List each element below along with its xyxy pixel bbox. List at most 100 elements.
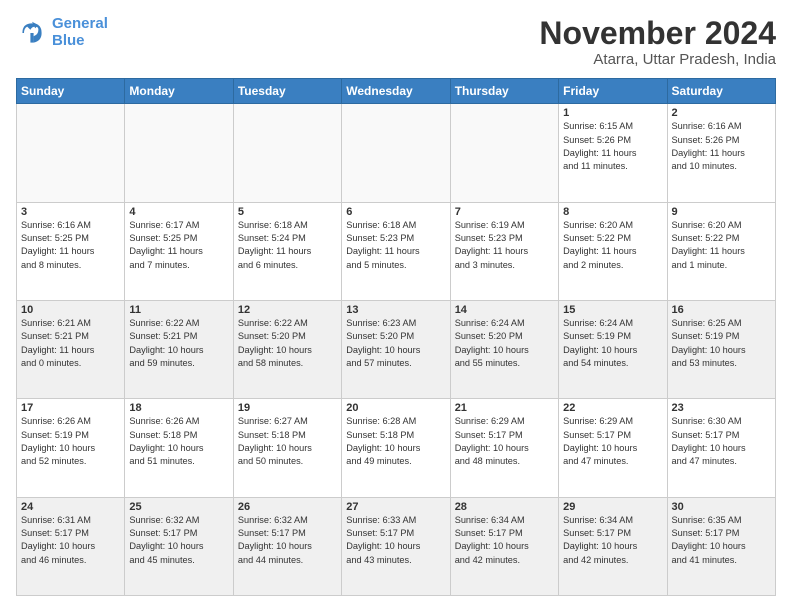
- day-number: 8: [563, 206, 662, 218]
- day-number: 3: [21, 206, 120, 218]
- day-cell: 21Sunrise: 6:29 AM Sunset: 5:17 PM Dayli…: [450, 399, 558, 497]
- day-cell: 19Sunrise: 6:27 AM Sunset: 5:18 PM Dayli…: [233, 399, 341, 497]
- day-cell: 22Sunrise: 6:29 AM Sunset: 5:17 PM Dayli…: [559, 399, 667, 497]
- day-number: 2: [672, 107, 771, 119]
- day-detail: Sunrise: 6:22 AM Sunset: 5:21 PM Dayligh…: [129, 317, 228, 370]
- day-number: 12: [238, 304, 337, 316]
- day-number: 10: [21, 304, 120, 316]
- day-cell: 17Sunrise: 6:26 AM Sunset: 5:19 PM Dayli…: [17, 399, 125, 497]
- title-block: November 2024 Atarra, Uttar Pradesh, Ind…: [539, 16, 776, 68]
- day-cell: 15Sunrise: 6:24 AM Sunset: 5:19 PM Dayli…: [559, 300, 667, 398]
- day-cell: 25Sunrise: 6:32 AM Sunset: 5:17 PM Dayli…: [125, 497, 233, 595]
- day-cell: 16Sunrise: 6:25 AM Sunset: 5:19 PM Dayli…: [667, 300, 775, 398]
- day-detail: Sunrise: 6:22 AM Sunset: 5:20 PM Dayligh…: [238, 317, 337, 370]
- day-cell: 12Sunrise: 6:22 AM Sunset: 5:20 PM Dayli…: [233, 300, 341, 398]
- day-number: 5: [238, 206, 337, 218]
- day-cell: 13Sunrise: 6:23 AM Sunset: 5:20 PM Dayli…: [342, 300, 450, 398]
- calendar-table: SundayMondayTuesdayWednesdayThursdayFrid…: [16, 78, 776, 596]
- day-cell: 26Sunrise: 6:32 AM Sunset: 5:17 PM Dayli…: [233, 497, 341, 595]
- day-number: 7: [455, 206, 554, 218]
- day-number: 21: [455, 402, 554, 414]
- day-number: 14: [455, 304, 554, 316]
- day-number: 11: [129, 304, 228, 316]
- week-row-5: 24Sunrise: 6:31 AM Sunset: 5:17 PM Dayli…: [17, 497, 776, 595]
- page: General Blue November 2024 Atarra, Uttar…: [0, 0, 792, 612]
- logo-text: General Blue: [52, 16, 108, 49]
- header: General Blue November 2024 Atarra, Uttar…: [16, 16, 776, 68]
- day-detail: Sunrise: 6:16 AM Sunset: 5:25 PM Dayligh…: [21, 219, 120, 272]
- day-number: 6: [346, 206, 445, 218]
- day-number: 20: [346, 402, 445, 414]
- day-detail: Sunrise: 6:29 AM Sunset: 5:17 PM Dayligh…: [563, 415, 662, 468]
- weekday-header-monday: Monday: [125, 79, 233, 104]
- week-row-2: 3Sunrise: 6:16 AM Sunset: 5:25 PM Daylig…: [17, 202, 776, 300]
- day-cell: 9Sunrise: 6:20 AM Sunset: 5:22 PM Daylig…: [667, 202, 775, 300]
- day-cell: 1Sunrise: 6:15 AM Sunset: 5:26 PM Daylig…: [559, 104, 667, 202]
- day-detail: Sunrise: 6:34 AM Sunset: 5:17 PM Dayligh…: [455, 514, 554, 567]
- day-cell: 5Sunrise: 6:18 AM Sunset: 5:24 PM Daylig…: [233, 202, 341, 300]
- day-detail: Sunrise: 6:35 AM Sunset: 5:17 PM Dayligh…: [672, 514, 771, 567]
- day-number: 27: [346, 501, 445, 513]
- day-cell: 3Sunrise: 6:16 AM Sunset: 5:25 PM Daylig…: [17, 202, 125, 300]
- week-row-4: 17Sunrise: 6:26 AM Sunset: 5:19 PM Dayli…: [17, 399, 776, 497]
- weekday-header-sunday: Sunday: [17, 79, 125, 104]
- day-detail: Sunrise: 6:17 AM Sunset: 5:25 PM Dayligh…: [129, 219, 228, 272]
- day-cell: 27Sunrise: 6:33 AM Sunset: 5:17 PM Dayli…: [342, 497, 450, 595]
- day-detail: Sunrise: 6:20 AM Sunset: 5:22 PM Dayligh…: [563, 219, 662, 272]
- day-detail: Sunrise: 6:23 AM Sunset: 5:20 PM Dayligh…: [346, 317, 445, 370]
- day-cell: 8Sunrise: 6:20 AM Sunset: 5:22 PM Daylig…: [559, 202, 667, 300]
- logo-icon: [16, 17, 48, 49]
- day-cell: 4Sunrise: 6:17 AM Sunset: 5:25 PM Daylig…: [125, 202, 233, 300]
- day-number: 9: [672, 206, 771, 218]
- day-number: 1: [563, 107, 662, 119]
- day-cell: [17, 104, 125, 202]
- day-detail: Sunrise: 6:26 AM Sunset: 5:18 PM Dayligh…: [129, 415, 228, 468]
- weekday-header-friday: Friday: [559, 79, 667, 104]
- day-cell: 11Sunrise: 6:22 AM Sunset: 5:21 PM Dayli…: [125, 300, 233, 398]
- day-detail: Sunrise: 6:24 AM Sunset: 5:20 PM Dayligh…: [455, 317, 554, 370]
- day-cell: 2Sunrise: 6:16 AM Sunset: 5:26 PM Daylig…: [667, 104, 775, 202]
- day-number: 24: [21, 501, 120, 513]
- day-cell: 10Sunrise: 6:21 AM Sunset: 5:21 PM Dayli…: [17, 300, 125, 398]
- day-detail: Sunrise: 6:18 AM Sunset: 5:24 PM Dayligh…: [238, 219, 337, 272]
- day-number: 15: [563, 304, 662, 316]
- week-row-1: 1Sunrise: 6:15 AM Sunset: 5:26 PM Daylig…: [17, 104, 776, 202]
- day-cell: 23Sunrise: 6:30 AM Sunset: 5:17 PM Dayli…: [667, 399, 775, 497]
- day-detail: Sunrise: 6:24 AM Sunset: 5:19 PM Dayligh…: [563, 317, 662, 370]
- day-cell: 18Sunrise: 6:26 AM Sunset: 5:18 PM Dayli…: [125, 399, 233, 497]
- day-number: 22: [563, 402, 662, 414]
- day-number: 16: [672, 304, 771, 316]
- day-number: 30: [672, 501, 771, 513]
- day-cell: [342, 104, 450, 202]
- day-detail: Sunrise: 6:19 AM Sunset: 5:23 PM Dayligh…: [455, 219, 554, 272]
- day-detail: Sunrise: 6:33 AM Sunset: 5:17 PM Dayligh…: [346, 514, 445, 567]
- day-number: 23: [672, 402, 771, 414]
- day-cell: 7Sunrise: 6:19 AM Sunset: 5:23 PM Daylig…: [450, 202, 558, 300]
- day-detail: Sunrise: 6:15 AM Sunset: 5:26 PM Dayligh…: [563, 120, 662, 173]
- day-detail: Sunrise: 6:29 AM Sunset: 5:17 PM Dayligh…: [455, 415, 554, 468]
- day-cell: 30Sunrise: 6:35 AM Sunset: 5:17 PM Dayli…: [667, 497, 775, 595]
- day-detail: Sunrise: 6:30 AM Sunset: 5:17 PM Dayligh…: [672, 415, 771, 468]
- weekday-header-saturday: Saturday: [667, 79, 775, 104]
- week-row-3: 10Sunrise: 6:21 AM Sunset: 5:21 PM Dayli…: [17, 300, 776, 398]
- day-number: 17: [21, 402, 120, 414]
- day-detail: Sunrise: 6:25 AM Sunset: 5:19 PM Dayligh…: [672, 317, 771, 370]
- month-title: November 2024: [539, 16, 776, 51]
- weekday-header-thursday: Thursday: [450, 79, 558, 104]
- day-cell: [450, 104, 558, 202]
- weekday-header-tuesday: Tuesday: [233, 79, 341, 104]
- day-number: 19: [238, 402, 337, 414]
- day-detail: Sunrise: 6:28 AM Sunset: 5:18 PM Dayligh…: [346, 415, 445, 468]
- day-cell: [125, 104, 233, 202]
- day-number: 13: [346, 304, 445, 316]
- day-detail: Sunrise: 6:20 AM Sunset: 5:22 PM Dayligh…: [672, 219, 771, 272]
- day-cell: 6Sunrise: 6:18 AM Sunset: 5:23 PM Daylig…: [342, 202, 450, 300]
- day-detail: Sunrise: 6:27 AM Sunset: 5:18 PM Dayligh…: [238, 415, 337, 468]
- day-detail: Sunrise: 6:32 AM Sunset: 5:17 PM Dayligh…: [129, 514, 228, 567]
- day-cell: [233, 104, 341, 202]
- day-number: 29: [563, 501, 662, 513]
- weekday-header-row: SundayMondayTuesdayWednesdayThursdayFrid…: [17, 79, 776, 104]
- day-detail: Sunrise: 6:32 AM Sunset: 5:17 PM Dayligh…: [238, 514, 337, 567]
- day-detail: Sunrise: 6:21 AM Sunset: 5:21 PM Dayligh…: [21, 317, 120, 370]
- day-number: 4: [129, 206, 228, 218]
